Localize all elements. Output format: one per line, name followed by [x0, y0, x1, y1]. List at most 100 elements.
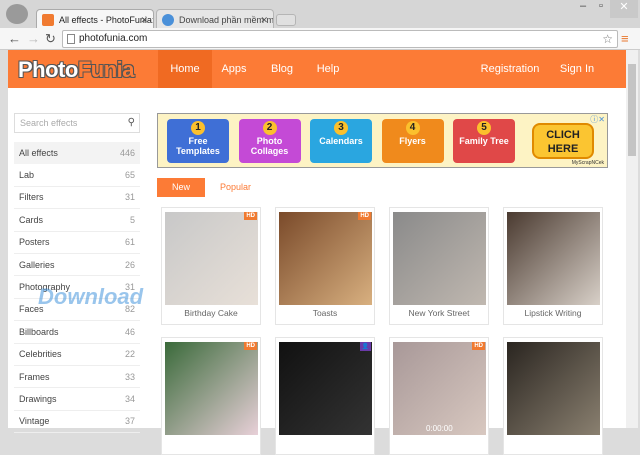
- category-count: 31: [124, 192, 135, 203]
- site-favicon-icon: [162, 14, 174, 26]
- browser-tab-active[interactable]: All effects - PhotoFunia: F ✕: [36, 9, 154, 29]
- category-label: Celebrities: [19, 349, 62, 360]
- filter-popular-tab[interactable]: Popular: [220, 178, 251, 197]
- sidebar-item-celebrities[interactable]: Celebrities 22: [14, 344, 140, 366]
- ad-label: Family Tree: [459, 136, 509, 146]
- page-scrollbar[interactable]: [626, 50, 638, 428]
- sidebar-item-vintage[interactable]: Vintage 37: [14, 411, 140, 434]
- site-header: PhotoFunia Home Apps Blog Help Registrat…: [8, 50, 626, 88]
- category-count: 34: [124, 393, 135, 404]
- close-tab-icon[interactable]: ✕: [140, 10, 148, 29]
- effect-thumbnail[interactable]: 0:00:00: [393, 342, 486, 435]
- search-input[interactable]: Search effects ⚲: [14, 113, 140, 133]
- browser-toolbar: ← → ↻ photofunia.com ☆ ≡: [0, 28, 640, 50]
- effect-thumbnail[interactable]: [393, 212, 486, 305]
- page-icon: [67, 34, 75, 44]
- effect-thumbnail[interactable]: [507, 212, 600, 305]
- hd-badge: HD: [472, 342, 485, 350]
- effect-thumbnail[interactable]: [165, 342, 258, 435]
- sidebar-item-lab[interactable]: Lab 65: [14, 164, 140, 187]
- sidebar-item-all-effects[interactable]: All effects 446: [14, 142, 140, 165]
- effect-card[interactable]: [503, 337, 603, 455]
- bookmark-star-icon[interactable]: ☆: [602, 31, 613, 47]
- category-count: 22: [124, 349, 135, 360]
- browser-tab[interactable]: Download phần mềm mi ✕: [156, 9, 274, 29]
- address-bar[interactable]: photofunia.com ☆: [62, 30, 618, 48]
- nav-home[interactable]: Home: [158, 50, 212, 88]
- hd-badge: HD: [244, 342, 257, 350]
- effect-thumbnail[interactable]: [507, 342, 600, 435]
- category-label: Frames: [19, 371, 50, 382]
- minimize-button[interactable]: –: [574, 0, 592, 18]
- nav-help[interactable]: Help: [308, 50, 348, 88]
- ad-button[interactable]: 2 Photo Collages: [238, 119, 301, 163]
- ad-number: 4: [405, 121, 420, 135]
- maximize-button[interactable]: ▫: [592, 0, 610, 18]
- effect-thumbnail[interactable]: [165, 212, 258, 305]
- ad-number: 5: [477, 121, 491, 135]
- effect-thumbnail[interactable]: [279, 212, 372, 305]
- sidebar-item-filters[interactable]: Filters 31: [14, 187, 140, 210]
- incognito-icon: [6, 4, 28, 24]
- nav-blog[interactable]: Blog: [262, 50, 302, 88]
- ad-label: Calendars: [319, 136, 363, 146]
- ad-banner[interactable]: CLICH HERE ⓘ✕ MyScrapNCek 1 Free Template…: [157, 113, 608, 168]
- effect-label: Toasts: [312, 308, 338, 318]
- category-label: Vintage: [19, 416, 50, 427]
- search-icon[interactable]: ⚲: [128, 114, 135, 132]
- effect-thumbnail[interactable]: [279, 342, 372, 435]
- photofunia-logo[interactable]: PhotoFunia: [18, 57, 135, 83]
- logo-text: Funia: [77, 57, 135, 82]
- effect-card[interactable]: HD Birthday Cake: [161, 207, 261, 325]
- watermark: Download: [38, 284, 144, 309]
- category-label: Cards: [19, 214, 44, 225]
- back-icon[interactable]: ←: [8, 31, 21, 46]
- scrollbar-thumb[interactable]: [628, 64, 636, 156]
- search-placeholder: Search effects: [20, 118, 78, 128]
- ad-button[interactable]: 1 Free Templates: [167, 119, 229, 163]
- nav-sign-in[interactable]: Sign In: [554, 50, 600, 88]
- category-label: Filters: [19, 192, 44, 203]
- category-count: 33: [124, 371, 135, 382]
- ad-button[interactable]: 4 Flyers: [381, 119, 444, 163]
- category-count: 5: [129, 214, 135, 225]
- ad-click-here-button[interactable]: CLICH HERE: [532, 123, 594, 159]
- new-tab-button[interactable]: [276, 14, 296, 26]
- close-window-button[interactable]: ✕: [610, 0, 638, 18]
- category-label: Drawings: [19, 393, 57, 404]
- ad-button[interactable]: 3 Calendars: [310, 119, 372, 163]
- effect-card[interactable]: New York Street: [389, 207, 489, 325]
- sidebar-item-billboards[interactable]: Billboards 46: [14, 321, 140, 344]
- close-tab-icon[interactable]: ✕: [260, 10, 268, 29]
- effect-card[interactable]: Lipstick Writing: [503, 207, 603, 325]
- effect-card[interactable]: 👤: [275, 337, 375, 455]
- category-label: All effects: [19, 148, 58, 159]
- sidebar-item-cards[interactable]: Cards 5: [14, 209, 140, 232]
- category-count: 61: [124, 237, 135, 248]
- ad-info-close-icon[interactable]: ⓘ✕: [590, 114, 605, 125]
- ad-label: Flyers: [399, 136, 426, 146]
- category-count: 46: [124, 326, 135, 337]
- sidebar-item-posters[interactable]: Posters 61: [14, 232, 140, 254]
- forward-icon[interactable]: →: [27, 31, 40, 46]
- effect-card[interactable]: HD: [161, 337, 261, 455]
- category-count: 26: [124, 259, 135, 270]
- reload-icon[interactable]: ↻: [45, 31, 56, 47]
- effect-card[interactable]: HD Toasts: [275, 207, 375, 325]
- hd-badge: HD: [358, 212, 371, 220]
- logo-text: Photo: [18, 57, 78, 82]
- nav-registration[interactable]: Registration: [470, 50, 550, 88]
- web-page: PhotoFunia Home Apps Blog Help Registrat…: [8, 50, 626, 455]
- sidebar-item-drawings[interactable]: Drawings 34: [14, 388, 140, 411]
- user-badge-icon: 👤: [359, 342, 371, 351]
- category-count: 37: [124, 416, 135, 427]
- sidebar-item-galleries[interactable]: Galleries 26: [14, 254, 140, 277]
- ad-button[interactable]: 5 Family Tree: [453, 119, 515, 163]
- filter-new-tab[interactable]: New: [157, 178, 205, 197]
- category-count: 65: [124, 170, 135, 181]
- nav-apps[interactable]: Apps: [214, 50, 254, 88]
- category-label: Posters: [19, 237, 50, 248]
- effect-card[interactable]: 0:00:00 HD: [389, 337, 489, 455]
- sidebar-item-frames[interactable]: Frames 33: [14, 366, 140, 389]
- chrome-menu-icon[interactable]: ≡: [621, 31, 629, 46]
